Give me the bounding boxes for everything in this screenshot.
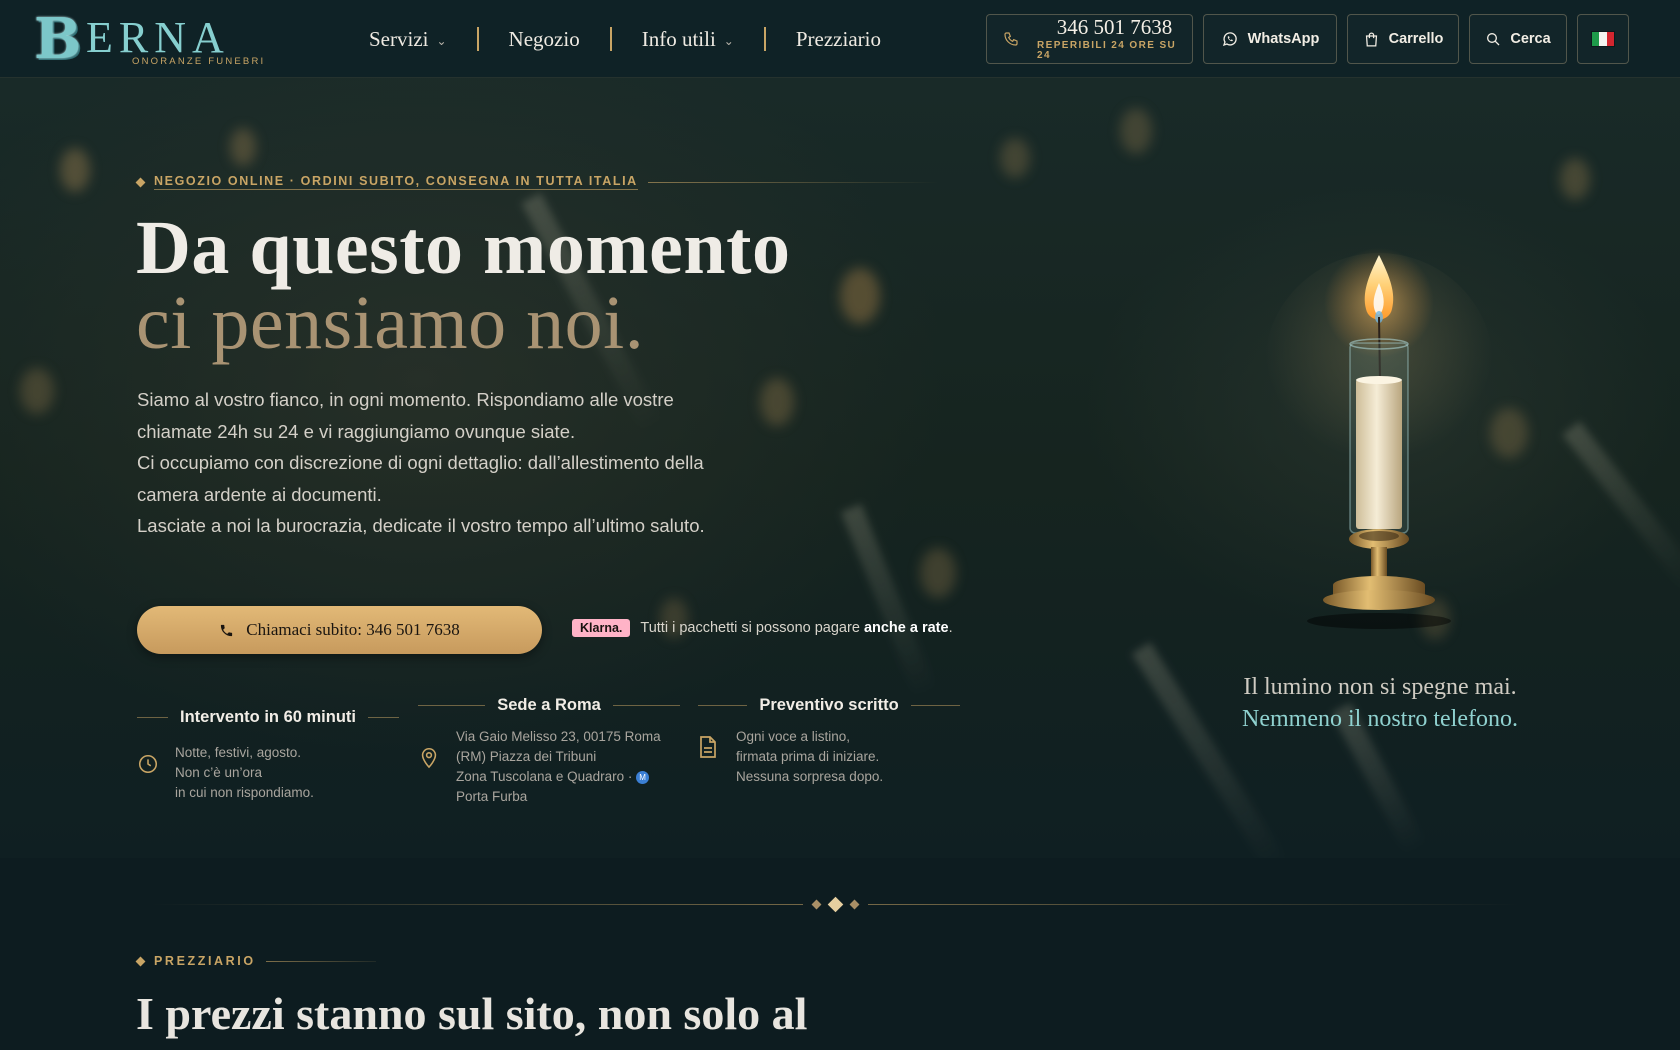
diamond-icon <box>135 956 146 966</box>
klarna-text-bold: anche a rate <box>863 620 949 636</box>
candle-caption: Il lumino non si spegne mai. Nemmeno il … <box>1180 671 1580 735</box>
klarna-badge: Klarna. <box>572 619 631 637</box>
feature-body: Via Gaio Melisso 23, 00175 Roma (RM) Pia… <box>418 727 680 807</box>
feature-text: Ogni voce a listino, firmata prima di in… <box>736 727 883 787</box>
caption-line2: Nemmeno il nostro telefono. <box>1242 706 1518 732</box>
section-kicker-label: PREZZIARIO <box>154 954 256 968</box>
clock-icon <box>137 753 161 803</box>
phone-icon <box>1003 31 1019 47</box>
nav-item-info-utili[interactable]: Info utili ⌄ <box>642 27 734 52</box>
nav-label: Servizi <box>369 26 429 51</box>
feature-line: Ogni voce a listino, <box>736 729 851 744</box>
feature-body: Notte, festivi, agosto. Non c’è un’ora i… <box>137 743 399 803</box>
document-icon <box>698 735 722 787</box>
main-nav: Servizi ⌄ Negozio Info utili ⌄ Prezziari… <box>369 0 881 78</box>
feature-title-row: Preventivo scritto <box>698 696 961 715</box>
hero-lead: Siamo al vostro fianco, in ogni momento.… <box>137 384 707 542</box>
search-button[interactable]: Cerca <box>1469 14 1567 64</box>
hero-kicker: NEGOZIO ONLINE · ORDINI SUBITO, CONSEGNA… <box>135 174 938 190</box>
hero-kicker-link[interactable]: NEGOZIO ONLINE · ORDINI SUBITO, CONSEGNA… <box>154 174 638 190</box>
search-icon <box>1485 31 1501 47</box>
feature-title: Preventivo scritto <box>759 696 899 714</box>
klarna-note: Klarna. Tutti i pacchetti si possono pag… <box>572 619 953 637</box>
cta-label: Chiamaci subito: 346 501 7638 <box>246 620 460 639</box>
logo-wordmark: ERNA <box>86 13 230 62</box>
call-now-button[interactable]: Chiamaci subito: 346 501 7638 <box>137 606 542 654</box>
klarna-text-main: Tutti i pacchetti si possono pagare <box>640 620 864 636</box>
feature-line: Nessuna sorpresa dopo. <box>736 769 884 784</box>
kicker-rule <box>265 960 376 962</box>
feature-line: Via Gaio Melisso 23, 00175 Roma <box>456 729 661 744</box>
feature-title: Sede a Roma <box>497 696 601 714</box>
feature-line: Porta Furba <box>456 789 528 804</box>
feature-intervento: Intervento in 60 minuti Notte, festivi, … <box>137 708 399 803</box>
availability-note: REPERIBILI 24 ORE SU 24 <box>1037 40 1177 61</box>
nav-item-prezziario[interactable]: Prezziario <box>796 27 881 52</box>
hero-title-line1: Da questo momento <box>136 206 791 290</box>
phone-button[interactable]: 346 501 7638 REPERIBILI 24 ORE SU 24 <box>986 14 1193 64</box>
feature-sede: Sede a Roma Via Gaio Melisso 23, 00175 R… <box>418 696 680 807</box>
whatsapp-label: WhatsApp <box>1247 31 1320 47</box>
feature-line: firmata prima di iniziare. <box>736 749 880 764</box>
feature-text: Notte, festivi, agosto. Non c’è un’ora i… <box>175 743 314 803</box>
feature-line-zone: Zona Tuscolana e Quadraro · M <box>456 767 661 787</box>
klarna-text-end: . <box>948 620 953 636</box>
hero-section: NEGOZIO ONLINE · ORDINI SUBITO, CONSEGNA… <box>0 78 1680 858</box>
berna-logo[interactable]: B ERNA ONORANZE FUNEBRI <box>34 10 299 68</box>
metro-icon: M <box>636 770 650 784</box>
nav-item-negozio[interactable]: Negozio <box>509 27 580 52</box>
header-phone-number: 346 501 7638 <box>1056 15 1173 39</box>
shopping-bag-icon <box>1363 31 1380 48</box>
diamond-icon <box>135 177 146 187</box>
search-label: Cerca <box>1510 31 1551 47</box>
feature-line: (RM) Piazza dei Tribuni <box>456 749 597 764</box>
diamond-icon <box>827 896 843 912</box>
hero-title-line2: ci pensiamo noi. <box>136 281 645 365</box>
feature-line: Notte, festivi, agosto. <box>175 745 302 760</box>
feature-title-row: Sede a Roma <box>418 696 680 715</box>
cart-label: Carrello <box>1388 31 1444 47</box>
kicker-rule <box>647 181 938 183</box>
section-divider <box>150 896 1520 912</box>
feature-line: Zona Tuscolana e Quadraro · <box>456 769 633 784</box>
feature-preventivo: Preventivo scritto Ogni voce a listino, … <box>698 696 961 787</box>
nav-divider <box>763 27 766 51</box>
site-header: B ERNA ONORANZE FUNEBRI Servizi ⌄ Negozi… <box>0 0 1680 78</box>
chevron-down-icon: ⌄ <box>436 33 447 48</box>
lead-paragraph: Lasciate a noi la burocrazia, dedicate i… <box>137 515 705 536</box>
lead-paragraph: Siamo al vostro fianco, in ogni momento.… <box>137 389 674 442</box>
italian-flag-icon <box>1591 31 1615 47</box>
candle-illustration <box>1260 243 1500 713</box>
logo-letter: B <box>34 6 82 72</box>
feature-title-row: Intervento in 60 minuti <box>137 708 399 727</box>
nav-divider <box>476 27 479 51</box>
map-pin-icon <box>418 745 442 807</box>
feature-line: Non c’è un’ora <box>175 765 263 780</box>
nav-label: Negozio <box>508 26 580 51</box>
nav-item-servizi[interactable]: Servizi ⌄ <box>369 27 447 52</box>
cart-button[interactable]: Carrello <box>1347 14 1459 64</box>
language-selector[interactable] <box>1577 14 1629 64</box>
feature-text: Via Gaio Melisso 23, 00175 Roma (RM) Pia… <box>456 727 661 807</box>
logo-tagline: ONORANZE FUNEBRI <box>132 56 266 67</box>
lead-paragraph: Ci occupiamo con discrezione di ogni det… <box>137 452 704 505</box>
feature-line: in cui non rispondiamo. <box>175 785 314 800</box>
caption-line1: Il lumino non si spegne mai. <box>1243 674 1517 700</box>
feature-title: Intervento in 60 minuti <box>179 708 357 726</box>
chevron-down-icon: ⌄ <box>723 33 734 48</box>
klarna-text: Tutti i pacchetti si possono pagare anch… <box>640 620 952 636</box>
diamond-icon <box>849 899 859 909</box>
phone-icon <box>219 623 234 638</box>
whatsapp-button[interactable]: WhatsApp <box>1203 14 1337 64</box>
diamond-icon <box>811 899 821 909</box>
prezziario-title: I prezzi stanno sul sito, non solo al <box>136 988 808 1039</box>
nav-label: Prezziario <box>795 26 881 51</box>
nav-divider <box>609 27 612 51</box>
prezziario-kicker: PREZZIARIO <box>135 954 376 968</box>
whatsapp-icon <box>1221 30 1239 48</box>
nav-label: Info utili <box>641 26 716 51</box>
feature-body: Ogni voce a listino, firmata prima di in… <box>698 727 960 787</box>
